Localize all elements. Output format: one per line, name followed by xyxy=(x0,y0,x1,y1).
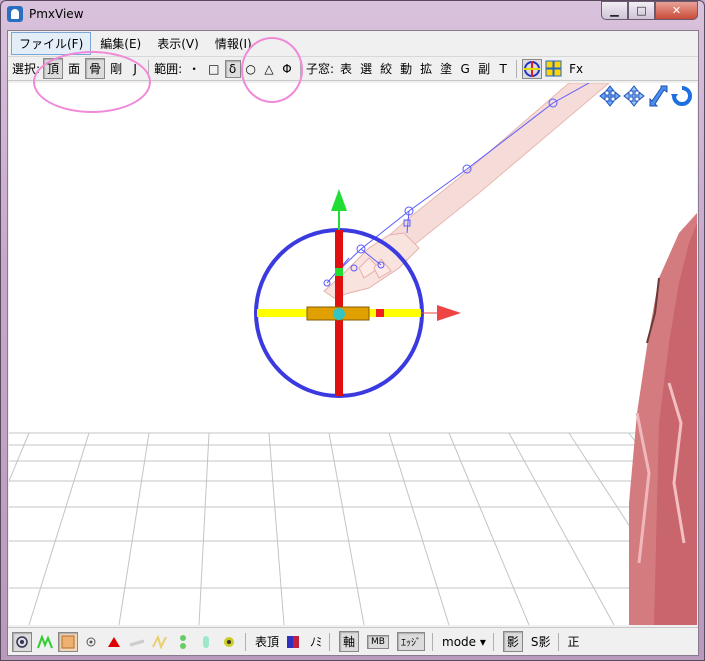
app-window: PmxView ▁ □ ✕ ファイル(F) 編集(E) 表示(V) 情報(I) … xyxy=(0,0,705,661)
point-icon[interactable] xyxy=(81,632,101,652)
clothing-model xyxy=(629,213,697,625)
range-circle-toggle[interactable]: ○ xyxy=(243,61,259,77)
close-button[interactable]: ✕ xyxy=(655,1,698,20)
menu-info[interactable]: 情報(I) xyxy=(208,33,259,54)
window-title: PmxView xyxy=(29,7,84,21)
hair-icon[interactable] xyxy=(127,632,147,652)
axis-toggle[interactable]: 軸 xyxy=(339,631,360,652)
view-controls xyxy=(597,85,693,107)
wireframe-icon[interactable] xyxy=(35,632,55,652)
floor-grid xyxy=(9,432,697,625)
toolbar: 選択: 頂 面 骨 剛 J 範囲: ・ □ δ ○ △ Φ 子窓: 表 選 絞 … xyxy=(8,56,698,81)
child-sub-button[interactable]: 副 xyxy=(475,59,493,78)
child-window-label: 子窓: xyxy=(306,62,335,76)
ortho-toggle[interactable]: 正 xyxy=(568,633,580,650)
child-move-button[interactable]: 動 xyxy=(397,59,415,78)
status-divider xyxy=(329,632,331,651)
edge-toggle[interactable]: ｴｯｼﾞ xyxy=(397,632,425,651)
child-table-button[interactable]: 表 xyxy=(337,59,355,78)
joint-icon[interactable] xyxy=(219,632,239,652)
self-shadow-toggle[interactable]: S影 xyxy=(531,633,551,650)
pan-z-icon[interactable] xyxy=(623,85,645,107)
select-label: 選択: xyxy=(12,62,41,76)
menu-bar: ファイル(F) 編集(E) 表示(V) 情報(I) xyxy=(8,31,698,55)
window-controls: ▁ □ ✕ xyxy=(601,1,698,21)
maximize-button[interactable]: □ xyxy=(628,1,655,20)
select-joint-toggle[interactable]: J xyxy=(127,61,143,77)
menu-view[interactable]: 表示(V) xyxy=(150,33,206,54)
child-filter-button[interactable]: 絞 xyxy=(377,59,395,78)
range-label: 範囲: xyxy=(154,62,183,76)
range-delta-toggle[interactable]: δ xyxy=(224,59,241,78)
texture-icon[interactable] xyxy=(58,631,78,652)
zoom-icon[interactable] xyxy=(647,85,669,107)
select-vertex-toggle[interactable]: 頂 xyxy=(43,58,64,79)
select-bone-toggle[interactable]: 骨 xyxy=(85,58,106,79)
status-bar: 表頂 ﾉﾐ 軸 MB ｴｯｼﾞ mode ▾ 影 S影 正 xyxy=(8,627,698,655)
client-area: ファイル(F) 編集(E) 表示(V) 情報(I) 選択: 頂 面 骨 剛 J … xyxy=(7,30,699,656)
toolbar-divider xyxy=(300,59,301,78)
menu-edit[interactable]: 編集(E) xyxy=(93,33,148,54)
triangle-icon[interactable] xyxy=(104,632,124,652)
select-rigid-toggle[interactable]: 剛 xyxy=(107,59,125,78)
status-divider xyxy=(557,632,559,651)
child-select-button[interactable]: 選 xyxy=(357,59,375,78)
3d-viewport[interactable] xyxy=(9,83,697,625)
mode-dropdown[interactable]: mode ▾ xyxy=(442,635,486,649)
crosshair-icon[interactable] xyxy=(522,58,543,79)
status-divider xyxy=(492,632,494,651)
child-scale-button[interactable]: 拡 xyxy=(417,59,435,78)
stroke-icon[interactable] xyxy=(150,632,170,652)
vertex-label[interactable]: 表頂 xyxy=(255,633,279,650)
pan-xy-icon[interactable] xyxy=(599,85,621,107)
title-bar[interactable]: PmxView ▁ □ ✕ xyxy=(1,1,704,29)
child-t-button[interactable]: T xyxy=(495,61,511,77)
menu-file[interactable]: ファイル(F) xyxy=(11,31,92,55)
status-divider xyxy=(432,632,433,651)
rotate-icon[interactable] xyxy=(671,85,693,107)
color-swatch-icon[interactable] xyxy=(283,632,303,652)
toolbar-divider xyxy=(148,59,150,78)
green-chain-icon[interactable] xyxy=(173,632,193,652)
capsule-icon[interactable] xyxy=(196,632,216,652)
status-divider xyxy=(245,632,246,651)
vertex-display-icon[interactable] xyxy=(12,631,32,652)
range-triangle-toggle[interactable]: △ xyxy=(261,61,277,77)
shadow-toggle[interactable]: 影 xyxy=(502,631,523,652)
select-face-toggle[interactable]: 面 xyxy=(65,59,83,78)
toolbar-divider xyxy=(516,59,518,78)
child-g-button[interactable]: G xyxy=(457,61,473,77)
mb-toggle[interactable]: MB xyxy=(367,634,389,649)
app-icon xyxy=(7,6,23,22)
arm-model xyxy=(323,83,610,299)
fx-button[interactable]: Fx xyxy=(566,61,586,77)
child-paint-button[interactable]: 塗 xyxy=(437,59,455,78)
range-rect-toggle[interactable]: □ xyxy=(205,61,222,77)
minimize-button[interactable]: ▁ xyxy=(601,1,628,20)
grid-icon[interactable] xyxy=(544,59,564,79)
nomi-label[interactable]: ﾉﾐ xyxy=(310,633,322,650)
scene-canvas[interactable] xyxy=(9,83,697,625)
range-point-toggle[interactable]: ・ xyxy=(185,59,203,78)
range-phi-toggle[interactable]: Φ xyxy=(279,61,295,77)
